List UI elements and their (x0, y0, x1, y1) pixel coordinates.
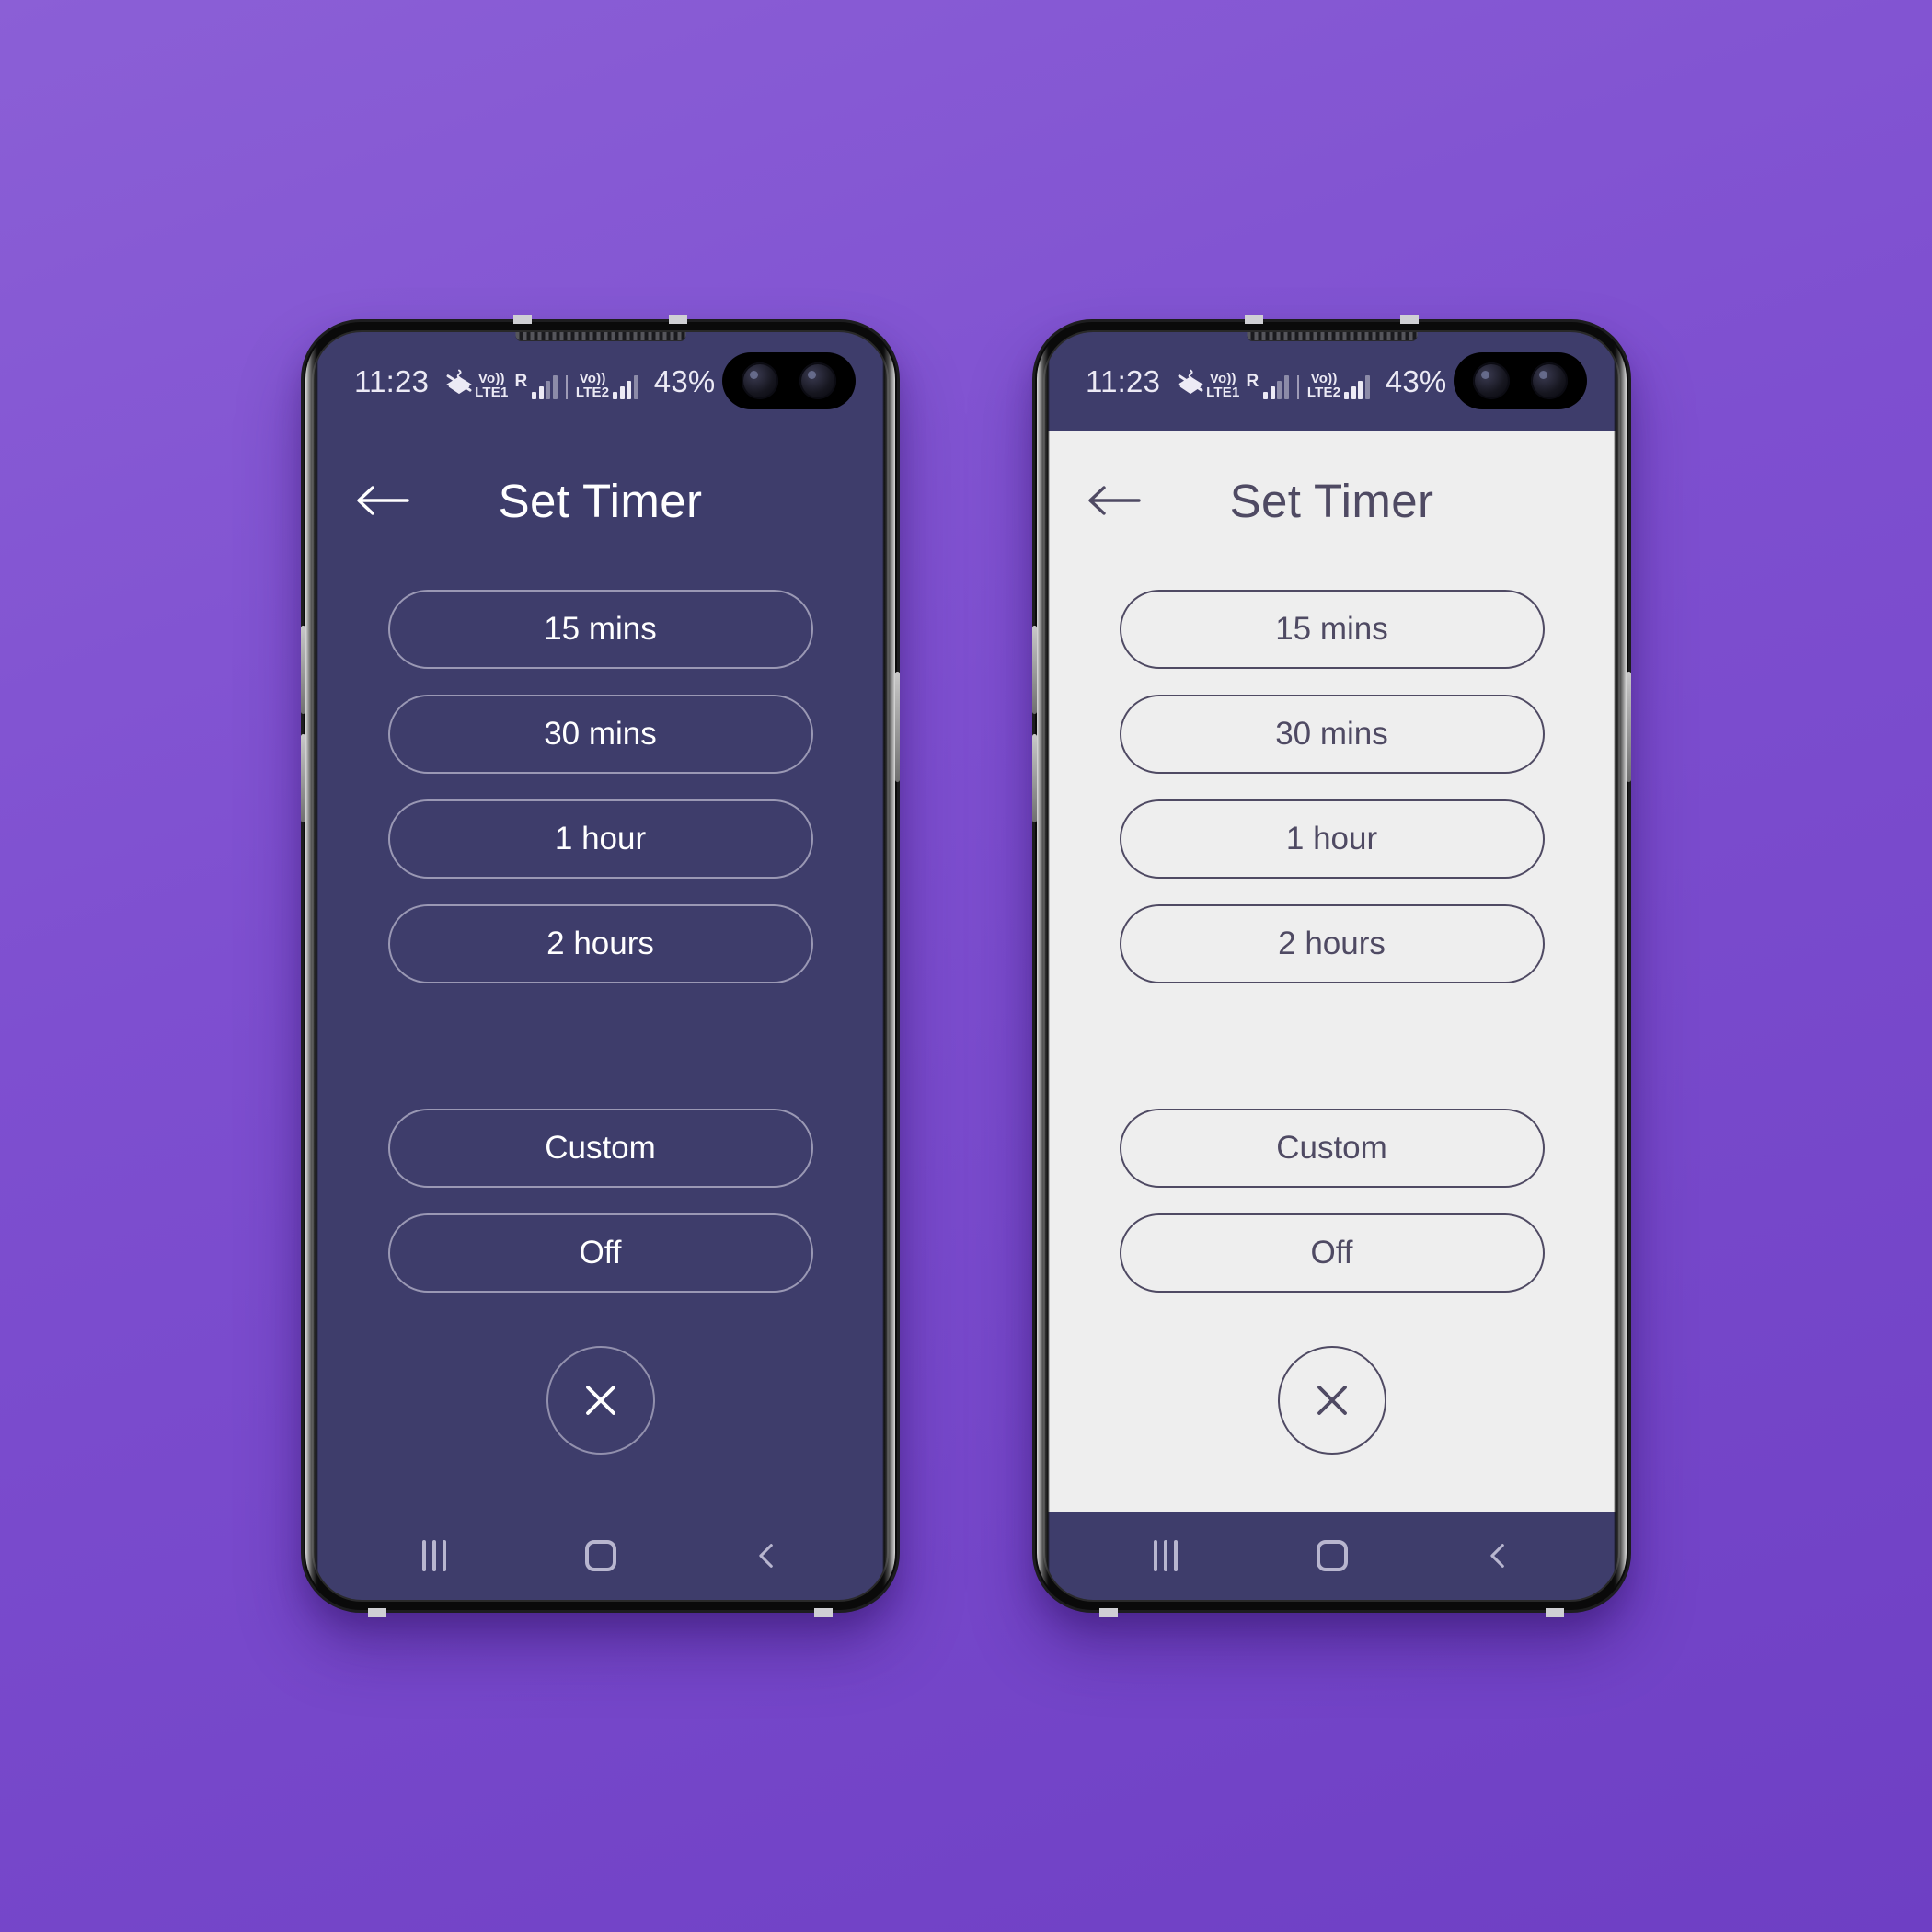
timer-option-30-mins[interactable]: 30 mins (387, 695, 813, 774)
front-camera-cutout (722, 352, 856, 409)
timer-option-custom[interactable]: Custom (1119, 1109, 1545, 1188)
timer-option-custom[interactable]: Custom (387, 1109, 813, 1188)
app-top-bar: Set Timer (1045, 431, 1618, 569)
system-navigation-bar (314, 1512, 887, 1600)
close-button-area (314, 1346, 887, 1455)
registration-mark (669, 315, 687, 324)
timer-option-15-mins[interactable]: 15 mins (1119, 590, 1545, 669)
app-screen-set-timer: Set Timer 15 mins 30 mins 1 hour 2 hours… (1045, 431, 1618, 1512)
recents-icon (1153, 1540, 1178, 1571)
front-camera-cutout (1454, 352, 1587, 409)
volume-down-button[interactable] (1032, 734, 1037, 822)
nav-recents-button[interactable] (1142, 1532, 1190, 1580)
camera-lens-icon (799, 362, 836, 399)
nav-back-button[interactable] (1475, 1532, 1523, 1580)
status-divider (1296, 375, 1299, 399)
sim2-volte-label: Vo)) (1310, 371, 1338, 386)
timer-option-2-hours[interactable]: 2 hours (1119, 904, 1545, 983)
nav-recents-button[interactable] (410, 1532, 458, 1580)
sim2-signal-bars (1344, 375, 1370, 399)
timer-options-primary: 15 mins 30 mins 1 hour 2 hours Custom Of… (1045, 590, 1618, 1293)
roaming-indicator: R (514, 372, 528, 391)
status-clock: 11:23 (1086, 364, 1161, 398)
registration-mark (1546, 1608, 1564, 1617)
close-button[interactable] (1277, 1346, 1386, 1455)
timer-options-primary: 15 mins 30 mins 1 hour 2 hours Custom Of… (314, 590, 887, 1293)
power-button[interactable] (895, 672, 900, 782)
back-arrow-icon[interactable] (1086, 480, 1143, 521)
mockup-stage: 11:23 Vo)) LTE1 R Vo)) LTE2 43% Set Time… (0, 0, 1932, 1932)
nav-back-icon (758, 1544, 773, 1568)
home-icon (584, 1540, 616, 1571)
volume-up-button[interactable] (301, 626, 305, 714)
vibrate-mute-icon (443, 366, 475, 397)
close-icon (585, 1386, 615, 1415)
battery-percent: 43% (1385, 364, 1447, 398)
camera-lens-icon (1530, 362, 1568, 399)
sim1-volte-label: Vo)) (1209, 371, 1236, 386)
timer-option-15-mins[interactable]: 15 mins (387, 590, 813, 669)
phone-screen-light: 11:23 Vo)) LTE1 R Vo)) LTE2 43% Set Time… (1045, 332, 1618, 1600)
sim2-network-label: LTE2 (1306, 385, 1341, 400)
camera-lens-icon (1473, 362, 1511, 399)
registration-mark (513, 315, 532, 324)
battery-percent: 43% (653, 364, 716, 398)
phone-screen-dark: 11:23 Vo)) LTE1 R Vo)) LTE2 43% Set Time… (314, 332, 887, 1600)
registration-mark (814, 1608, 833, 1617)
registration-mark (1099, 1608, 1118, 1617)
volume-down-button[interactable] (301, 734, 305, 822)
volume-up-button[interactable] (1032, 626, 1037, 714)
close-button[interactable] (546, 1346, 655, 1455)
power-button[interactable] (1627, 672, 1631, 782)
sim2-network-label: LTE2 (575, 385, 610, 400)
vibrate-mute-icon (1175, 366, 1206, 397)
earpiece-speaker (515, 332, 685, 340)
nav-home-button[interactable] (577, 1532, 625, 1580)
system-navigation-bar (1045, 1512, 1618, 1600)
close-button-area (1045, 1346, 1618, 1455)
status-bar-left: 11:23 (354, 364, 475, 399)
sim2-indicator: Vo)) LTE2 (576, 372, 638, 399)
nav-home-button[interactable] (1308, 1532, 1356, 1580)
sim2-volte-label: Vo)) (579, 371, 606, 386)
nav-back-button[interactable] (743, 1532, 791, 1580)
registration-mark (368, 1608, 386, 1617)
timer-option-off[interactable]: Off (1119, 1213, 1545, 1293)
home-icon (1316, 1540, 1348, 1571)
recents-icon (421, 1540, 446, 1571)
nav-back-icon (1489, 1544, 1504, 1568)
close-icon (1317, 1386, 1347, 1415)
timer-option-1-hour[interactable]: 1 hour (387, 799, 813, 879)
sim1-network-label: LTE1 (1206, 385, 1240, 400)
timer-option-1-hour[interactable]: 1 hour (1119, 799, 1545, 879)
roaming-indicator: R (1246, 372, 1259, 391)
app-screen-set-timer: Set Timer 15 mins 30 mins 1 hour 2 hours… (314, 431, 887, 1512)
sim1-network-label: LTE1 (475, 385, 509, 400)
phone-device-dark: 11:23 Vo)) LTE1 R Vo)) LTE2 43% Set Time… (301, 315, 900, 1617)
sim1-signal-bars (1263, 375, 1289, 399)
camera-lens-icon (742, 362, 779, 399)
registration-mark (1400, 315, 1419, 324)
earpiece-speaker (1247, 332, 1417, 340)
sim1-indicator: Vo)) LTE1 R (475, 372, 558, 399)
phone-device-light: 11:23 Vo)) LTE1 R Vo)) LTE2 43% Set Time… (1032, 315, 1631, 1617)
status-divider (565, 375, 568, 399)
sim2-signal-bars (613, 375, 638, 399)
sim1-indicator: Vo)) LTE1 R (1206, 372, 1289, 399)
timer-option-off[interactable]: Off (387, 1213, 813, 1293)
timer-option-30-mins[interactable]: 30 mins (1119, 695, 1545, 774)
registration-mark (1245, 315, 1263, 324)
sim2-indicator: Vo)) LTE2 (1307, 372, 1370, 399)
sim1-signal-bars (532, 375, 558, 399)
back-arrow-icon[interactable] (354, 480, 411, 521)
status-bar-left: 11:23 (1086, 364, 1206, 399)
sim1-volte-label: Vo)) (477, 371, 505, 386)
app-top-bar: Set Timer (314, 431, 887, 569)
timer-option-2-hours[interactable]: 2 hours (387, 904, 813, 983)
status-clock: 11:23 (354, 364, 430, 398)
